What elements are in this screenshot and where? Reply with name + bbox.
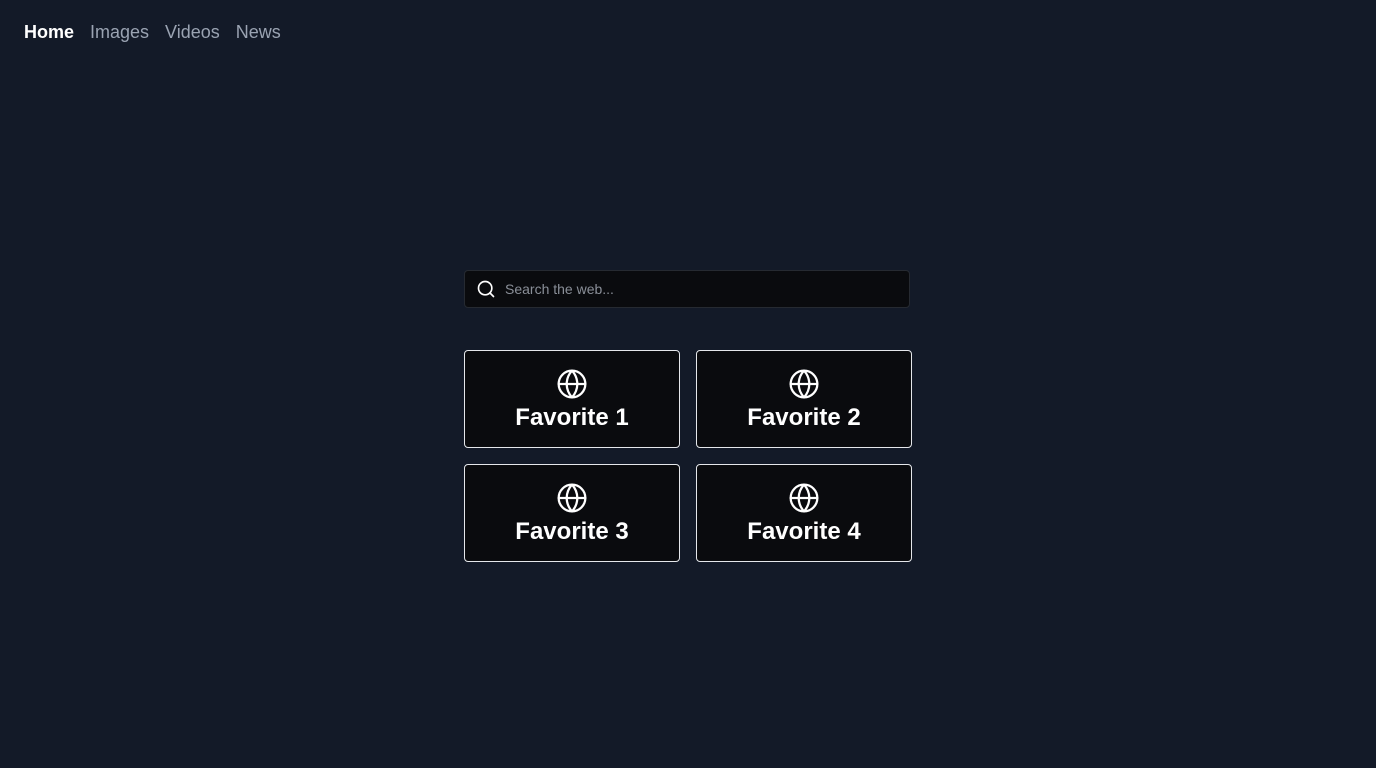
nav-link-images[interactable]: Images — [90, 20, 149, 44]
favorite-tile-3[interactable]: Favorite 3 — [464, 464, 680, 562]
nav-link-news[interactable]: News — [236, 20, 281, 44]
globe-icon — [788, 368, 820, 400]
favorite-tile-4[interactable]: Favorite 4 — [696, 464, 912, 562]
top-nav: Home Images Videos News — [24, 20, 281, 44]
globe-icon — [788, 482, 820, 514]
globe-icon — [556, 368, 588, 400]
nav-link-home[interactable]: Home — [24, 20, 74, 44]
favorite-label: Favorite 2 — [747, 404, 861, 431]
page: Home Images Videos News Favorite 1 — [0, 0, 1376, 768]
favorite-label: Favorite 4 — [747, 518, 861, 545]
search-icon — [475, 278, 497, 300]
globe-icon — [556, 482, 588, 514]
favorite-label: Favorite 3 — [515, 518, 629, 545]
favorite-tile-1[interactable]: Favorite 1 — [464, 350, 680, 448]
search-bar — [464, 270, 910, 308]
search-input[interactable] — [505, 271, 909, 307]
nav-link-videos[interactable]: Videos — [165, 20, 220, 44]
favorites-grid: Favorite 1 Favorite 2 Favorite 3 Favorit… — [464, 350, 912, 562]
favorite-tile-2[interactable]: Favorite 2 — [696, 350, 912, 448]
favorite-label: Favorite 1 — [515, 404, 629, 431]
